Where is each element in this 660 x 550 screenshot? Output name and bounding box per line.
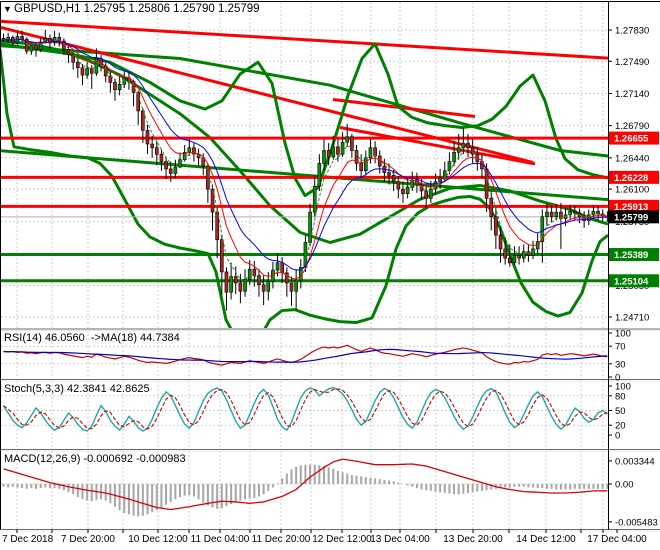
svg-text:50: 50 — [615, 406, 626, 417]
svg-text:1.27830: 1.27830 — [615, 26, 649, 37]
svg-text:1.26228: 1.26228 — [614, 173, 648, 184]
svg-text:13 Dec 04:00: 13 Dec 04:00 — [370, 534, 430, 545]
svg-text:-0.005483: -0.005483 — [615, 517, 658, 528]
svg-text:1.27490: 1.27490 — [615, 57, 649, 68]
svg-text:1.26790: 1.26790 — [615, 121, 649, 132]
svg-text:0.003344: 0.003344 — [615, 456, 655, 467]
svg-text:10 Dec 12:00: 10 Dec 12:00 — [128, 534, 188, 545]
price-badge: 1.26228 — [609, 170, 659, 184]
svg-text:11 Dec 20:00: 11 Dec 20:00 — [252, 534, 311, 545]
svg-text:30: 30 — [615, 359, 626, 370]
svg-text:17 Dec 04:00: 17 Dec 04:00 — [587, 534, 647, 545]
svg-text:100: 100 — [615, 329, 631, 340]
svg-text:7 Dec 20:00: 7 Dec 20:00 — [61, 534, 115, 545]
svg-text:0: 0 — [615, 431, 620, 442]
svg-text:1.25389: 1.25389 — [614, 250, 648, 261]
price-badge: 1.25389 — [609, 248, 659, 262]
svg-text:7 Dec 2018: 7 Dec 2018 — [2, 534, 54, 545]
svg-text:1.26440: 1.26440 — [615, 153, 649, 164]
svg-text:1.26100: 1.26100 — [615, 185, 649, 196]
chart-canvas[interactable]: 1.27830 1.27490 1.27140 1.26790 1.26440 1.261… — [0, 0, 660, 550]
chart-window: 1.27830 1.27490 1.27140 1.26790 1.26440 1.261… — [0, 0, 660, 550]
svg-text:1.24710: 1.24710 — [615, 313, 649, 324]
svg-text:14 Dec 12:00: 14 Dec 12:00 — [516, 534, 576, 545]
svg-text:1.27140: 1.27140 — [615, 89, 649, 100]
svg-text:1.25799: 1.25799 — [614, 212, 648, 223]
price-badge: 1.25104 — [609, 274, 659, 288]
svg-text:1.25104: 1.25104 — [614, 276, 649, 287]
svg-text:80: 80 — [615, 391, 626, 402]
svg-text:0.00: 0.00 — [615, 480, 634, 491]
svg-text:13 Dec 20:00: 13 Dec 20:00 — [443, 534, 503, 545]
price-axis: 1.27830 1.27490 1.27140 1.26790 1.26440 1.261… — [608, 26, 659, 324]
svg-text:12 Dec 12:00: 12 Dec 12:00 — [312, 534, 372, 545]
price-badge: 1.25799 — [609, 210, 659, 224]
indicator-axes: 1007030010080502000.0033440.00-0.005483 — [608, 329, 658, 528]
svg-text:1.26655: 1.26655 — [614, 134, 649, 145]
svg-text:11 Dec 04:00: 11 Dec 04:00 — [191, 534, 250, 545]
time-axis: 7 Dec 2018 7 Dec 20:00 10 Dec 12:00 11 Dec … — [2, 529, 647, 545]
svg-text:70: 70 — [615, 342, 626, 353]
price-badge: 1.26655 — [609, 131, 659, 145]
